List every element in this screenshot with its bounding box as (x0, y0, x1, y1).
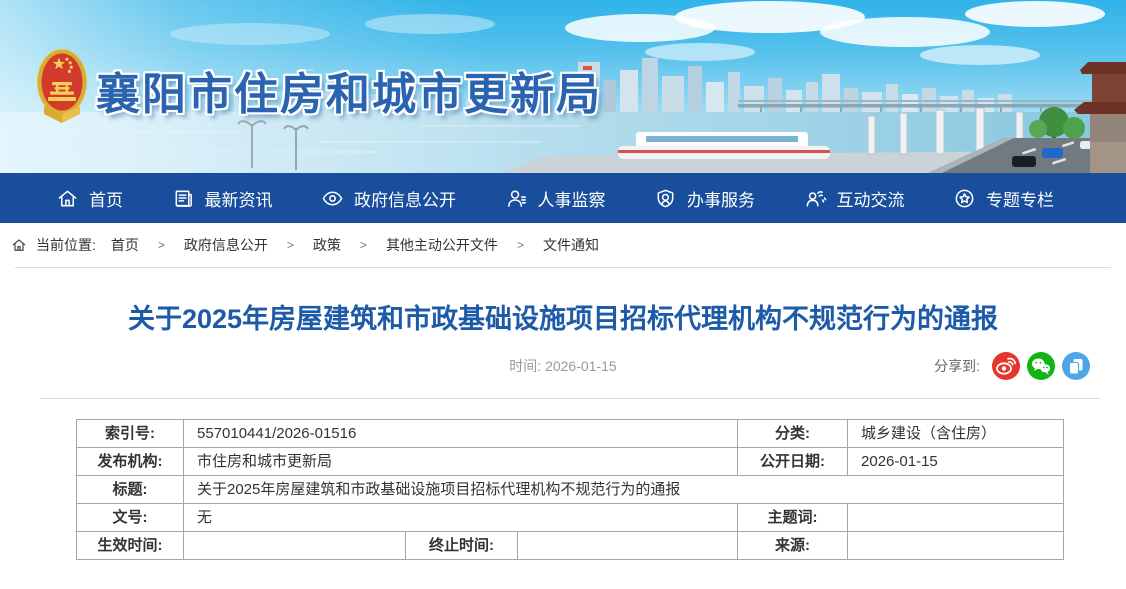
breadcrumb-item-home[interactable]: 首页 (111, 235, 139, 255)
document-meta-table: 索引号: 557010441/2026-01516 分类: 城乡建设（含住房） … (76, 419, 1064, 560)
person-icon (505, 187, 528, 210)
wechat-icon[interactable] (1027, 352, 1055, 380)
table-row: 发布机构: 市住房和城市更新局 公开日期: 2026-01-15 (77, 448, 1064, 476)
publisher-label: 发布机构: (77, 448, 184, 476)
time-label: 时间: (509, 358, 541, 374)
main-nav: 首页 最新资讯 政府信息公开 (0, 173, 1126, 223)
article: 关于2025年房屋建筑和市政基础设施项目招标代理机构不规范行为的通报 时间: 2… (0, 304, 1126, 560)
nav-item-interaction[interactable]: 互动交流 (804, 186, 905, 211)
pubdate-value: 2026-01-15 (848, 448, 1064, 476)
pubdate-label: 公开日期: (738, 448, 848, 476)
eye-icon (321, 187, 344, 210)
home-icon (56, 187, 79, 210)
breadcrumb-separator: > (360, 238, 367, 252)
star-circle-icon (953, 187, 976, 210)
breadcrumb-label: 当前位置: (36, 235, 96, 255)
nav-label: 办事服务 (687, 186, 755, 211)
content-divider (40, 398, 1100, 399)
docnum-value: 无 (184, 504, 738, 532)
breadcrumb-separator: > (517, 238, 524, 252)
breadcrumb-item-other-public-files[interactable]: 其他主动公开文件 (386, 235, 498, 255)
nav-label: 首页 (89, 186, 123, 211)
copy-link-icon[interactable] (1062, 352, 1090, 380)
breadcrumb-item-gov-info[interactable]: 政府信息公开 (184, 235, 268, 255)
nav-item-gov-info[interactable]: 政府信息公开 (321, 186, 456, 211)
effective-label: 生效时间: (77, 532, 184, 560)
title-label: 标题: (77, 476, 184, 504)
table-row: 生效时间: 终止时间: 来源: (77, 532, 1064, 560)
breadcrumb-divider (15, 267, 1111, 268)
nav-item-news[interactable]: 最新资讯 (172, 186, 273, 211)
breadcrumb-separator: > (287, 238, 294, 252)
expiry-value (518, 532, 738, 560)
breadcrumb-item-file-notice[interactable]: 文件通知 (543, 235, 599, 255)
time-value: 2026-01-15 (545, 358, 617, 374)
national-emblem-icon (36, 44, 88, 132)
docnum-label: 文号: (77, 504, 184, 532)
nav-label: 最新资讯 (205, 186, 273, 211)
source-value (848, 532, 1064, 560)
table-row: 标题: 关于2025年房屋建筑和市政基础设施项目招标代理机构不规范行为的通报 (77, 476, 1064, 504)
breadcrumb: 当前位置: 首页 > 政府信息公开 > 政策 > 其他主动公开文件 > 文件通知 (0, 223, 1126, 267)
index-label: 索引号: (77, 420, 184, 448)
page: 襄阳市住房和城市更新局 首页 最新资讯 (0, 0, 1126, 589)
nav-item-special-topics[interactable]: 专题专栏 (953, 186, 1054, 211)
news-icon (172, 187, 195, 210)
shield-icon (654, 187, 677, 210)
source-label: 来源: (738, 532, 848, 560)
nav-item-hr-supervision[interactable]: 人事监察 (505, 186, 606, 211)
nav-label: 互动交流 (837, 186, 905, 211)
nav-item-services[interactable]: 办事服务 (654, 186, 755, 211)
breadcrumb-item-policy[interactable]: 政策 (313, 235, 341, 255)
nav-label: 专题专栏 (986, 186, 1054, 211)
effective-value (184, 532, 406, 560)
expiry-label: 终止时间: (406, 532, 518, 560)
breadcrumb-separator: > (158, 238, 165, 252)
index-value: 557010441/2026-01516 (184, 420, 738, 448)
share-label: 分享到: (934, 356, 980, 376)
publisher-value: 市住房和城市更新局 (184, 448, 738, 476)
title-value: 关于2025年房屋建筑和市政基础设施项目招标代理机构不规范行为的通报 (184, 476, 1064, 504)
site-banner: 襄阳市住房和城市更新局 (0, 0, 1126, 173)
nav-label: 政府信息公开 (354, 186, 456, 211)
document-title: 关于2025年房屋建筑和市政基础设施项目招标代理机构不规范行为的通报 (60, 304, 1066, 335)
category-label: 分类: (738, 420, 848, 448)
category-value: 城乡建设（含住房） (848, 420, 1064, 448)
table-row: 索引号: 557010441/2026-01516 分类: 城乡建设（含住房） (77, 420, 1064, 448)
weibo-icon[interactable] (992, 352, 1020, 380)
nav-label: 人事监察 (538, 186, 606, 211)
keywords-value (848, 504, 1064, 532)
nav-item-home[interactable]: 首页 (56, 186, 123, 211)
keywords-label: 主题词: (738, 504, 848, 532)
table-row: 文号: 无 主题词: (77, 504, 1064, 532)
site-title: 襄阳市住房和城市更新局 (96, 58, 602, 122)
share-bar: 分享到: (934, 352, 1090, 380)
article-meta-row: 时间: 2026-01-15 分享到: (0, 351, 1126, 381)
home-icon (11, 237, 27, 253)
people-chat-icon (804, 187, 827, 210)
